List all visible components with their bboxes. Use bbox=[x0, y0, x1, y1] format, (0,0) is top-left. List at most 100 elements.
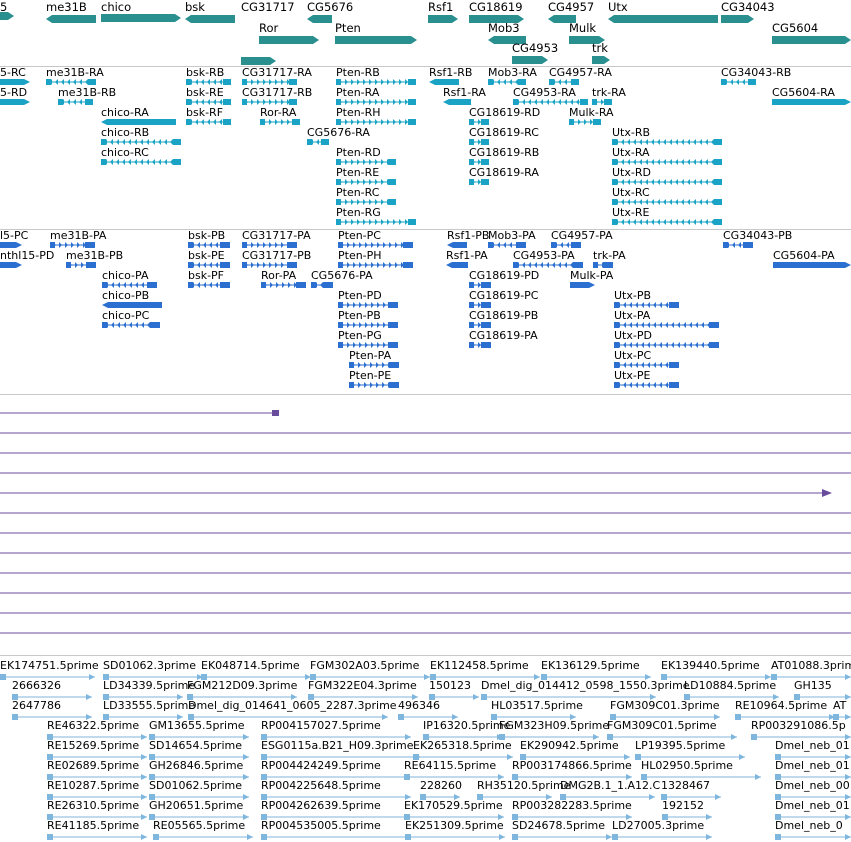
transcript-label[interactable]: CG34043-RB bbox=[721, 66, 791, 79]
gene-glyph-rsf1[interactable] bbox=[428, 15, 458, 23]
est-arrow-icon[interactable] bbox=[141, 814, 147, 820]
est-arrow-icon[interactable] bbox=[141, 754, 147, 760]
est-label[interactable]: LD27005.3prime bbox=[612, 819, 704, 832]
est-label[interactable]: RE41185.5prime bbox=[47, 819, 139, 832]
est-label[interactable]: Dmel_neb_0 bbox=[775, 819, 843, 832]
transcript-label[interactable]: CG4957-RA bbox=[549, 66, 612, 79]
transcript-glyph[interactable] bbox=[186, 79, 231, 85]
transcript-label[interactable]: Mulk-RA bbox=[569, 106, 614, 119]
est-block[interactable] bbox=[153, 834, 159, 840]
est-label[interactable]: SD14654.5prime bbox=[149, 739, 242, 752]
est-label[interactable]: EK170529.5prime bbox=[404, 799, 503, 812]
protein-glyph[interactable] bbox=[469, 342, 491, 348]
transcript-label[interactable]: Pten-RC bbox=[336, 186, 379, 199]
gene-label[interactable]: Ror bbox=[259, 22, 278, 35]
protein-label[interactable]: Ror-PA bbox=[261, 269, 296, 282]
est-label[interactable]: SD01062.5prime bbox=[149, 779, 242, 792]
est-label[interactable]: Dmel_dig_014641_0605_2287.3prime bbox=[188, 699, 397, 712]
gene-label[interactable]: bsk bbox=[185, 1, 205, 14]
transcript-label[interactable]: CG5604-RA bbox=[772, 86, 835, 99]
gene-label[interactable]: CG34043 bbox=[721, 1, 775, 14]
gene-glyph-cg31717[interactable] bbox=[241, 57, 276, 65]
est-block[interactable] bbox=[751, 734, 757, 740]
transcript-label[interactable]: Utx-RB bbox=[612, 126, 650, 139]
transcript-label[interactable]: Rsf1-RB bbox=[429, 66, 472, 79]
est-arrow-icon[interactable] bbox=[243, 734, 249, 740]
protein-glyph[interactable] bbox=[349, 362, 399, 368]
gene-glyph-cg5604[interactable] bbox=[772, 36, 851, 44]
transcript-glyph[interactable] bbox=[612, 179, 722, 185]
protein-glyph[interactable] bbox=[261, 282, 306, 288]
protein-glyph[interactable] bbox=[773, 262, 851, 268]
protein-label[interactable]: Pten-PC bbox=[338, 229, 381, 242]
transcript-label[interactable]: Utx-RE bbox=[612, 206, 649, 219]
alignment-track[interactable] bbox=[0, 395, 851, 655]
transcript-glyph[interactable] bbox=[612, 219, 722, 225]
transcript-glyph[interactable] bbox=[549, 79, 579, 85]
est-label[interactable]: AT01088.3prime bbox=[771, 659, 851, 672]
est-label[interactable]: FGM322E04.3prime bbox=[308, 679, 417, 692]
est-label[interactable]: LP19395.5prime bbox=[635, 739, 725, 752]
est-label[interactable]: HL03517.5prime bbox=[491, 699, 583, 712]
protein-glyph[interactable] bbox=[338, 242, 413, 248]
gene-glyph-chico[interactable] bbox=[101, 14, 181, 22]
est-label[interactable]: IP16320.5prime bbox=[423, 719, 510, 732]
transcript-glyph[interactable] bbox=[336, 119, 416, 125]
est-arrow-icon[interactable] bbox=[382, 714, 388, 720]
est-label[interactable]: GM13655.5prime bbox=[149, 719, 245, 732]
protein-glyph[interactable] bbox=[723, 242, 753, 248]
est-arrow-icon[interactable] bbox=[141, 734, 147, 740]
est-label[interactable]: RE02689.5prime bbox=[47, 759, 139, 772]
protein-label[interactable]: Utx-PD bbox=[614, 329, 652, 342]
protein-glyph[interactable] bbox=[488, 242, 526, 248]
transcript-label[interactable]: me31B-RB bbox=[58, 86, 116, 99]
protein-glyph[interactable] bbox=[570, 282, 595, 288]
est-label[interactable]: FGM212D09.3prime bbox=[187, 679, 297, 692]
est-label[interactable]: RE10287.5prime bbox=[47, 779, 139, 792]
est-arrow-icon[interactable] bbox=[606, 834, 612, 840]
protein-label[interactable]: chico-PA bbox=[102, 269, 148, 282]
protein-label[interactable]: CG18619-PA bbox=[469, 329, 538, 342]
gene-glyph-cg5676[interactable] bbox=[307, 15, 332, 23]
est-label[interactable]: DMG2B.1_1.A12.C bbox=[560, 779, 660, 792]
est-label[interactable]: Dmel_neb_01 bbox=[775, 759, 850, 772]
protein-glyph[interactable] bbox=[102, 302, 162, 308]
transcript-label[interactable]: Mob3-RA bbox=[488, 66, 537, 79]
transcript-label[interactable]: Pten-RB bbox=[336, 66, 380, 79]
transcript-glyph[interactable] bbox=[336, 199, 396, 205]
protein-label[interactable]: Mob3-PA bbox=[488, 229, 536, 242]
protein-glyph[interactable] bbox=[614, 342, 719, 348]
protein-label[interactable]: CG31717-PB bbox=[242, 249, 311, 262]
gene-label[interactable]: CG18619 bbox=[469, 1, 523, 14]
protein-label[interactable]: Pten-PA bbox=[349, 349, 391, 362]
est-label[interactable]: 150123 bbox=[429, 679, 471, 692]
transcript-glyph[interactable] bbox=[469, 159, 489, 165]
est-block[interactable] bbox=[261, 834, 267, 840]
est-block[interactable] bbox=[512, 834, 518, 840]
est-label[interactable]: GH20651.5prime bbox=[149, 799, 243, 812]
est-block[interactable] bbox=[405, 834, 411, 840]
protein-label[interactable]: CG18619-PC bbox=[469, 289, 538, 302]
est-label[interactable]: FGM302A03.5prime bbox=[310, 659, 419, 672]
protein-glyph[interactable] bbox=[102, 282, 157, 288]
protein-glyph[interactable] bbox=[338, 302, 398, 308]
est-arrow-icon[interactable] bbox=[247, 834, 253, 840]
protein-glyph[interactable] bbox=[469, 322, 491, 328]
gene-glyph-cg4953[interactable] bbox=[512, 56, 548, 64]
est-label[interactable]: ESG0115a.B21_H09.3prime bbox=[261, 739, 414, 752]
protein-glyph[interactable] bbox=[188, 262, 230, 268]
est-label[interactable]: RP004225648.5prime bbox=[261, 779, 381, 792]
protein-glyph[interactable] bbox=[614, 382, 679, 388]
transcript-glyph[interactable] bbox=[186, 99, 231, 105]
transcript-glyph[interactable] bbox=[58, 99, 93, 105]
gene-glyph-pten[interactable] bbox=[335, 36, 417, 44]
transcript-label[interactable]: chico-RC bbox=[101, 146, 149, 159]
protein-label[interactable]: CG34043-PB bbox=[723, 229, 792, 242]
transcript-glyph[interactable] bbox=[46, 79, 96, 85]
protein-glyph[interactable] bbox=[349, 382, 399, 388]
transcript-glyph[interactable] bbox=[101, 139, 181, 145]
transcript-label[interactable]: bsk-RF bbox=[186, 106, 223, 119]
gene-label[interactable]: CG31717 bbox=[241, 1, 295, 14]
transcript-label[interactable]: Rsf1-RA bbox=[443, 86, 486, 99]
est-label[interactable]: EK251309.5prime bbox=[405, 819, 504, 832]
